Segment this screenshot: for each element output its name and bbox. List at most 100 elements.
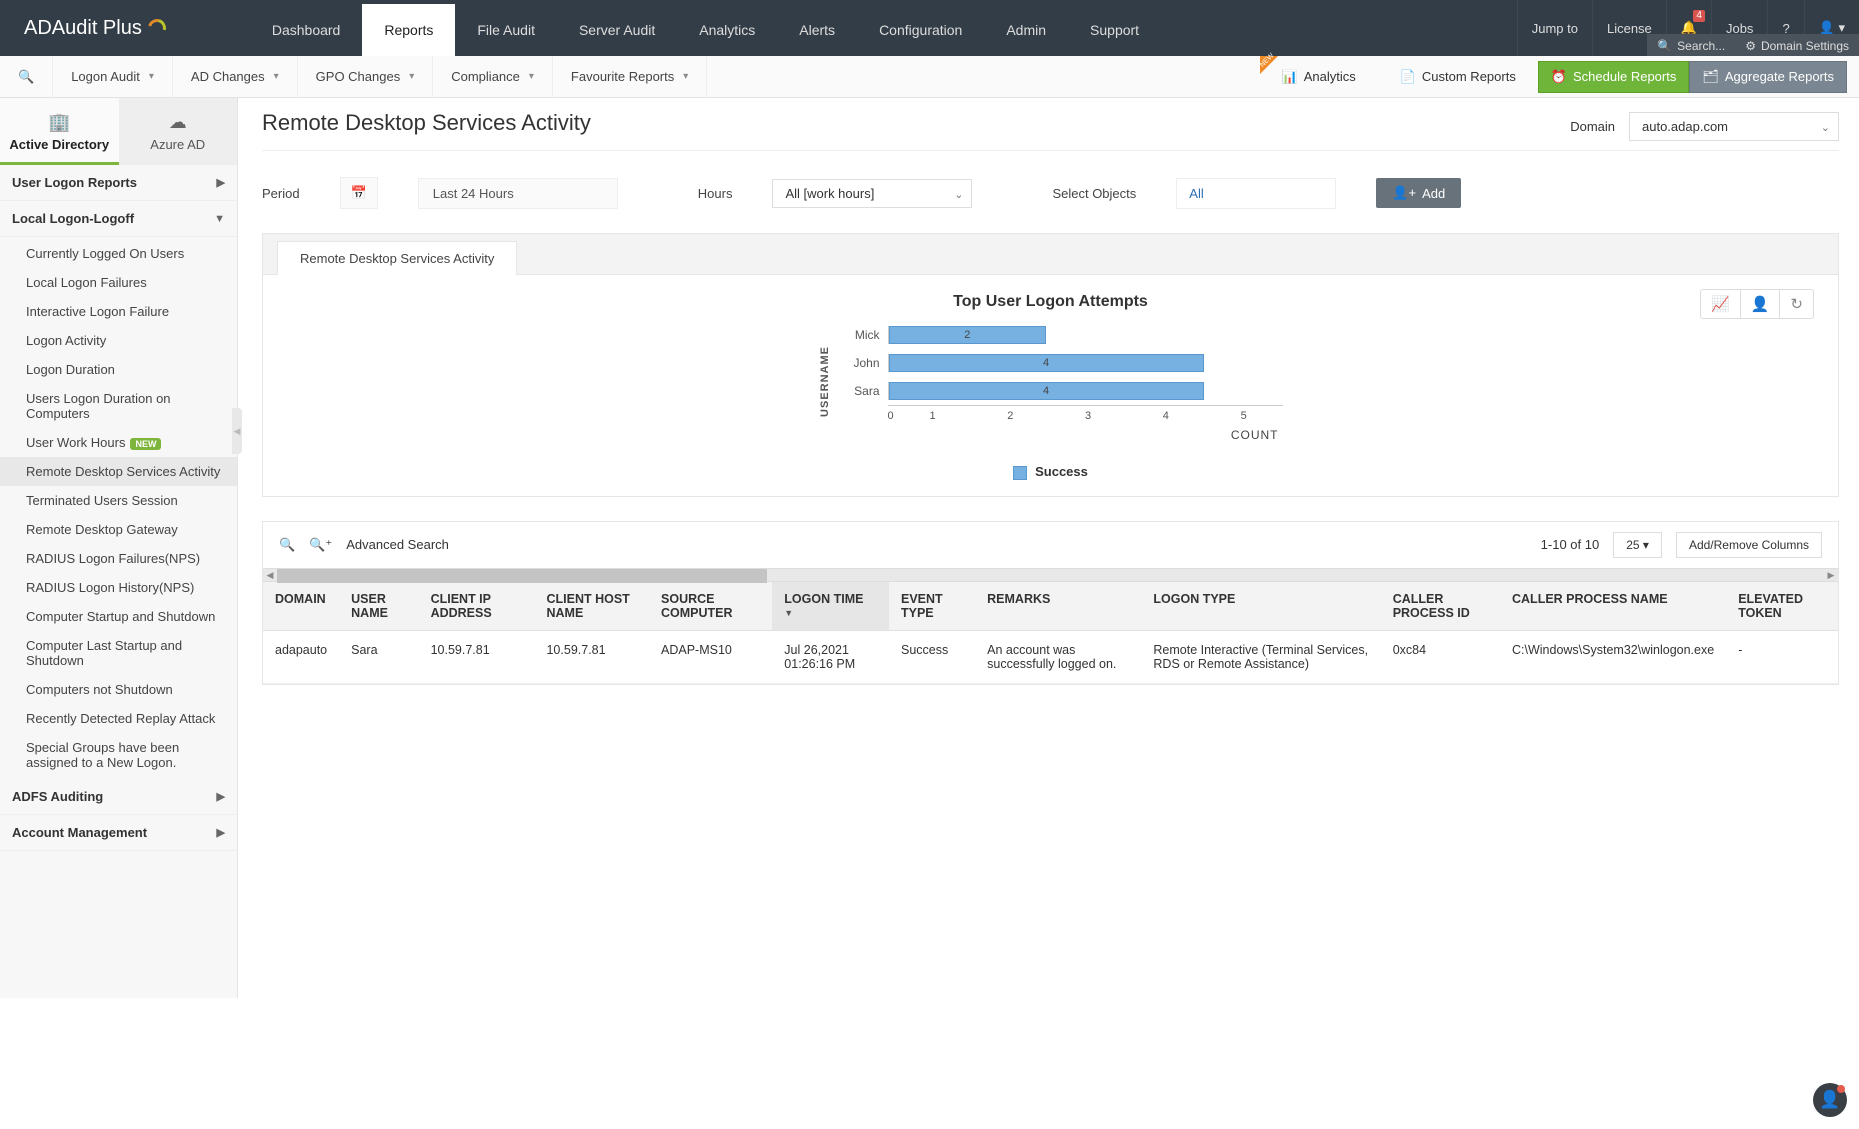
report-filter-bar: 🔍 Logon Audit AD Changes GPO Changes Com… <box>0 56 1859 98</box>
page-title: Remote Desktop Services Activity <box>262 110 591 136</box>
global-search-button[interactable]: 🔍 Search... <box>1647 34 1735 58</box>
col-user-name[interactable]: USER NAME <box>339 582 418 631</box>
table-horizontal-scrollbar[interactable]: ◀ ▶ <box>263 568 1838 582</box>
scroll-left-icon[interactable]: ◀ <box>263 569 277 583</box>
sidebar-item-replay-attack[interactable]: Recently Detected Replay Attack <box>0 704 237 733</box>
bar-chart: USERNAME Mick2 John4 Sara4 012345 COUNT <box>287 321 1814 442</box>
col-domain[interactable]: DOMAIN <box>263 582 339 631</box>
scroll-right-icon[interactable]: ▶ <box>1824 569 1838 583</box>
sidebar-item-terminated-users-session[interactable]: Terminated Users Session <box>0 486 237 515</box>
sidebar-item-computer-last-startup-shutdown[interactable]: Computer Last Startup and Shutdown <box>0 631 237 675</box>
tab-server-audit[interactable]: Server Audit <box>557 4 677 56</box>
tab-alerts[interactable]: Alerts <box>777 4 857 56</box>
sidebar-item-radius-logon-failures[interactable]: RADIUS Logon Failures(NPS) <box>0 544 237 573</box>
bar-category: Mick <box>843 328 888 342</box>
select-objects-input[interactable]: All <box>1176 178 1336 209</box>
chart-actions: 📈 👤 ↻ <box>1700 289 1814 319</box>
advanced-search-link[interactable]: Advanced Search <box>346 537 449 552</box>
filter-favourite-reports[interactable]: Favourite Reports <box>553 56 707 98</box>
filter-gpo-changes[interactable]: GPO Changes <box>298 56 434 98</box>
chart-refresh-icon[interactable]: ↻ <box>1779 290 1813 318</box>
card-tab-rds-activity[interactable]: Remote Desktop Services Activity <box>277 241 517 275</box>
chart-add-icon[interactable]: 📈 <box>1701 290 1740 318</box>
col-event-type[interactable]: EVENT TYPE <box>889 582 975 631</box>
table-advanced-search-icon[interactable]: 🔍⁺ <box>309 537 332 553</box>
sidebar-item-local-logon-failures[interactable]: Local Logon Failures <box>0 268 237 297</box>
new-badge-icon <box>1260 56 1278 74</box>
sidebar-item-computers-not-shutdown[interactable]: Computers not Shutdown <box>0 675 237 704</box>
sidebar-item-remote-desktop-services-activity[interactable]: Remote Desktop Services Activity <box>0 457 237 486</box>
col-source-computer[interactable]: SOURCE COMPUTER <box>649 582 772 631</box>
jump-to-link[interactable]: Jump to <box>1517 0 1592 56</box>
custom-reports-link[interactable]: 📄 Custom Reports <box>1378 56 1538 98</box>
scrollbar-thumb[interactable] <box>277 569 767 583</box>
bar-value: 4 <box>889 382 1204 400</box>
sidebar-item-currently-logged-on[interactable]: Currently Logged On Users <box>0 239 237 268</box>
table-search-icon[interactable]: 🔍 <box>279 537 295 553</box>
cell-elevated: - <box>1726 630 1838 683</box>
domain-settings-button[interactable]: ⚙ Domain Settings <box>1735 34 1859 58</box>
cell-host: 10.59.7.81 <box>534 630 649 683</box>
aggregate-reports-button[interactable]: 🗂 Aggregate Reports <box>1689 61 1847 93</box>
col-logon-type[interactable]: LOGON TYPE <box>1141 582 1380 631</box>
tab-file-audit[interactable]: File Audit <box>455 4 557 56</box>
col-logon-time[interactable]: LOGON TIME▼ <box>772 582 889 631</box>
table-row[interactable]: adapauto Sara 10.59.7.81 10.59.7.81 ADAP… <box>263 630 1838 683</box>
schedule-reports-button[interactable]: ⏰ Schedule Reports <box>1538 61 1690 93</box>
sidebar-item-radius-logon-history[interactable]: RADIUS Logon History(NPS) <box>0 573 237 602</box>
sidebar-group-adfs-auditing[interactable]: ADFS Auditing▶ <box>0 779 237 815</box>
sidebar-item-logon-duration[interactable]: Logon Duration <box>0 355 237 384</box>
sidebar-group-local-logon-logoff[interactable]: Local Logon-Logoff▼ <box>0 201 237 237</box>
col-client-host[interactable]: CLIENT HOST NAME <box>534 582 649 631</box>
chevron-right-icon: ▶ <box>217 826 225 839</box>
col-client-ip[interactable]: CLIENT IP ADDRESS <box>419 582 535 631</box>
card-tabs: Remote Desktop Services Activity <box>263 234 1838 275</box>
cell-remarks: An account was successfully logged on. <box>975 630 1141 683</box>
sidebar-item-user-work-hours[interactable]: User Work HoursNEW <box>0 428 237 457</box>
col-elevated-token[interactable]: ELEVATED TOKEN <box>1726 582 1838 631</box>
period-select[interactable]: Last 24 Hours <box>418 178 618 209</box>
tab-admin[interactable]: Admin <box>984 4 1068 56</box>
sidebar-item-logon-activity[interactable]: Logon Activity <box>0 326 237 355</box>
table-toolbar: 🔍 🔍⁺ Advanced Search 1-10 of 10 25 ▾ Add… <box>263 522 1838 568</box>
col-remarks[interactable]: REMARKS <box>975 582 1141 631</box>
domain-select[interactable]: auto.adap.com⌄ <box>1629 112 1839 141</box>
logo-arc-icon <box>145 16 170 41</box>
bar-value: 2 <box>889 326 1047 344</box>
chart-user-icon[interactable]: 👤 <box>1740 290 1780 318</box>
sidebar-item-users-logon-duration-computers[interactable]: Users Logon Duration on Computers <box>0 384 237 428</box>
tab-reports[interactable]: Reports <box>362 4 455 56</box>
sidebar-item-interactive-logon-failure[interactable]: Interactive Logon Failure <box>0 297 237 326</box>
sidebar-items-local-logon: Currently Logged On Users Local Logon Fa… <box>0 237 237 779</box>
tab-support[interactable]: Support <box>1068 4 1161 56</box>
col-caller-process-id[interactable]: CALLER PROCESS ID <box>1381 582 1500 631</box>
page-size-select[interactable]: 25 ▾ <box>1613 532 1662 558</box>
bar-category: John <box>843 356 888 370</box>
sidebar-tab-azure-ad[interactable]: ☁Azure AD <box>119 98 238 165</box>
hours-select[interactable]: All [work hours]⌄ <box>772 179 972 208</box>
sidebar-collapse-handle[interactable]: ◀ <box>232 408 242 454</box>
period-label: Period <box>262 186 300 201</box>
sidebar-item-computer-startup-shutdown[interactable]: Computer Startup and Shutdown <box>0 602 237 631</box>
filter-compliance[interactable]: Compliance <box>433 56 553 98</box>
tab-dashboard[interactable]: Dashboard <box>250 4 363 56</box>
table-header-row: DOMAIN USER NAME CLIENT IP ADDRESS CLIEN… <box>263 582 1838 631</box>
filter-logon-audit[interactable]: Logon Audit <box>53 56 173 98</box>
filter-ad-changes[interactable]: AD Changes <box>173 56 298 98</box>
sidebar-group-account-management[interactable]: Account Management▶ <box>0 815 237 851</box>
add-object-button[interactable]: 👤+ Add <box>1376 178 1461 208</box>
calendar-icon[interactable]: 📅 <box>340 177 378 209</box>
tab-configuration[interactable]: Configuration <box>857 4 984 56</box>
chart-x-axis: 012345 <box>888 405 1283 422</box>
add-remove-columns-button[interactable]: Add/Remove Columns <box>1676 532 1822 558</box>
table-card: 🔍 🔍⁺ Advanced Search 1-10 of 10 25 ▾ Add… <box>262 521 1839 685</box>
col-caller-process-name[interactable]: CALLER PROCESS NAME <box>1500 582 1726 631</box>
top-header: ADAudit Plus Dashboard Reports File Audi… <box>0 0 1859 56</box>
sidebar-item-special-groups-logon[interactable]: Special Groups have been assigned to a N… <box>0 733 237 777</box>
tab-analytics[interactable]: Analytics <box>677 4 777 56</box>
sidebar-item-remote-desktop-gateway[interactable]: Remote Desktop Gateway <box>0 515 237 544</box>
floating-user-icon[interactable]: 👤 <box>1813 1083 1847 1117</box>
sidebar-tab-active-directory[interactable]: 🏢Active Directory <box>0 98 119 165</box>
quick-search-icon[interactable]: 🔍 <box>12 56 53 98</box>
sidebar-group-user-logon-reports[interactable]: User Logon Reports▶ <box>0 165 237 201</box>
